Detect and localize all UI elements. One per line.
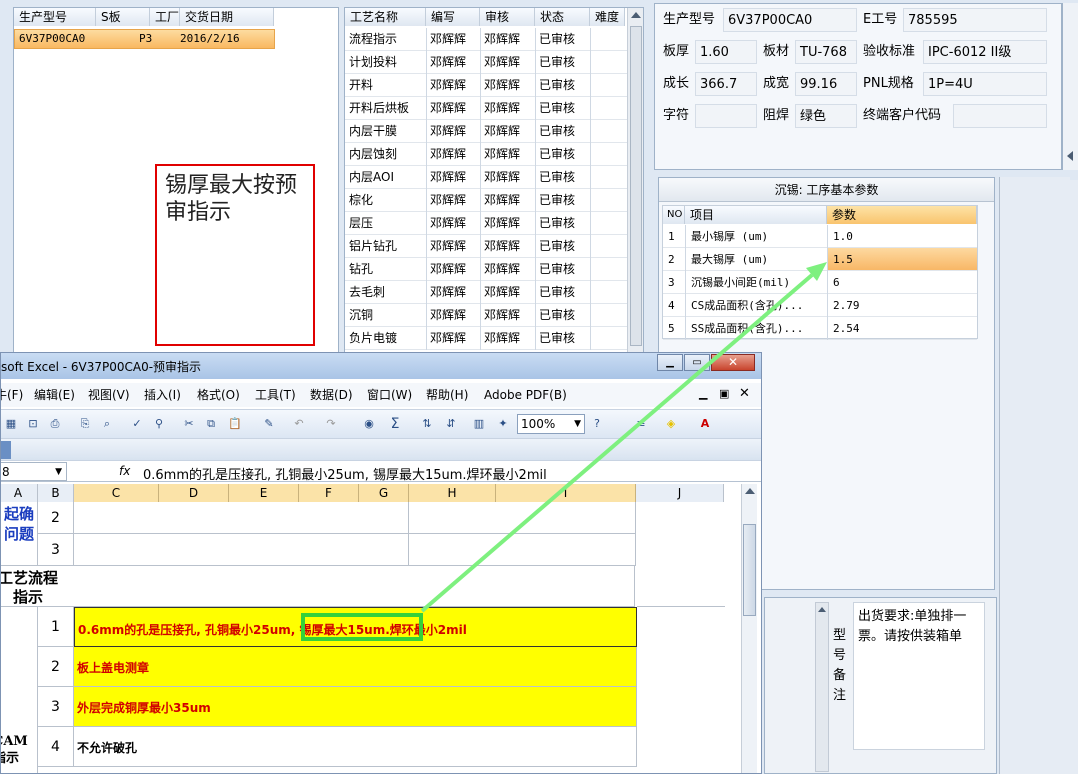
arrow-shaft: [420, 273, 814, 613]
green-arrow: [420, 262, 827, 613]
